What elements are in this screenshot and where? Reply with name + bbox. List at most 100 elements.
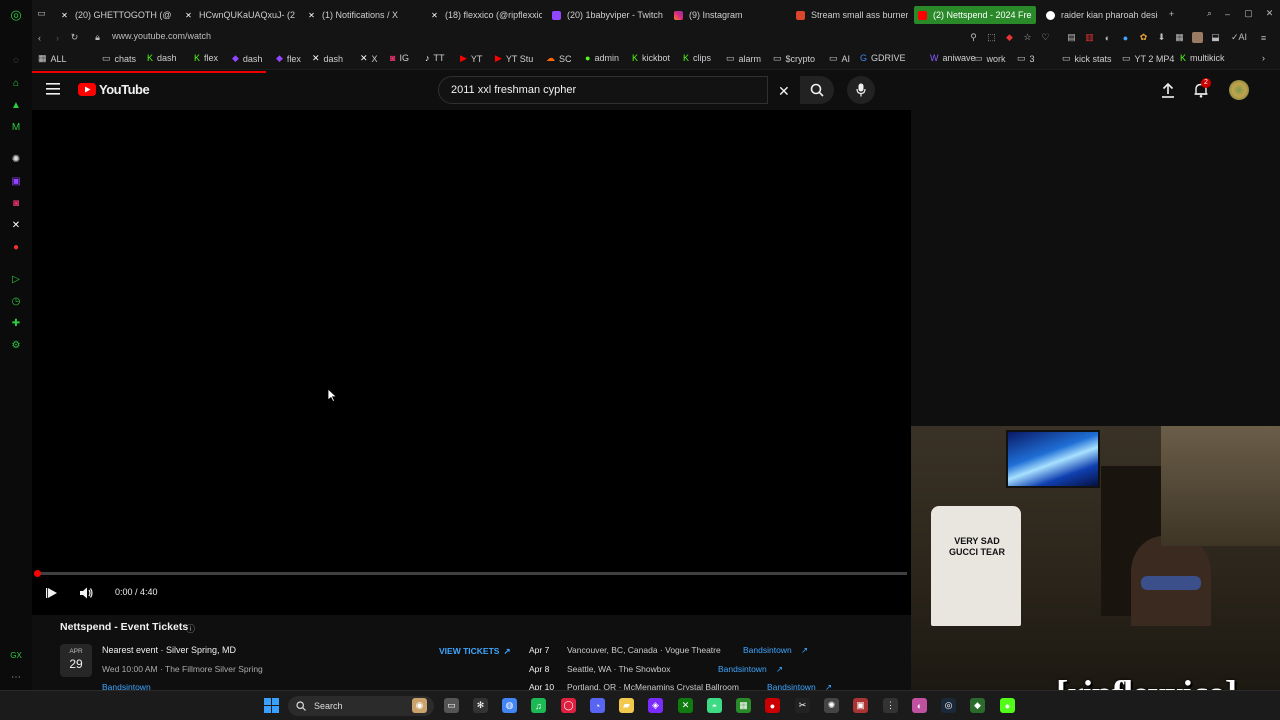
bookmark-kickbot[interactable]: Kkickbot bbox=[632, 53, 670, 63]
extension-1-icon[interactable]: ▤ bbox=[1066, 32, 1077, 43]
bookmark-yt[interactable]: ▶ YT bbox=[460, 53, 482, 64]
file-explorer-icon[interactable]: ▰ bbox=[619, 698, 634, 713]
clear-search-icon[interactable]: ✕ bbox=[778, 83, 790, 100]
music-sidebar-icon[interactable]: ● bbox=[9, 240, 23, 254]
notifications-button[interactable]: 2 bbox=[1193, 78, 1211, 98]
play-button[interactable] bbox=[46, 587, 58, 599]
tab-menu-icon[interactable]: ▭ bbox=[36, 8, 47, 19]
back-icon[interactable]: ◌ bbox=[9, 53, 23, 67]
tab-4[interactable]: ✕ (18) flexxico (@ripflexxic bbox=[430, 6, 542, 24]
nearest-event-source-link[interactable]: Bandsintown bbox=[102, 682, 151, 690]
search-tabs-icon[interactable]: ⌕ bbox=[1204, 8, 1215, 19]
bookmark-all[interactable]: ▦ ALL bbox=[38, 53, 67, 64]
event-source-link[interactable]: Bandsintown bbox=[718, 664, 767, 674]
restore-icon[interactable]: ▢ bbox=[1243, 8, 1254, 19]
bookmark-sc[interactable]: ☁ SC bbox=[546, 53, 572, 64]
view-tickets-button[interactable]: VIEW TICKETS ↗ bbox=[439, 646, 511, 657]
player-sidebar-icon[interactable]: ▷ bbox=[9, 272, 23, 286]
bookmark-3[interactable]: ▭ 3 bbox=[1017, 53, 1035, 64]
volume-button[interactable] bbox=[80, 587, 94, 599]
bookmark-dash[interactable]: Kdash bbox=[147, 53, 177, 63]
bookmark-clips[interactable]: Kclips bbox=[683, 53, 711, 63]
bookmark-admin[interactable]: ● admin bbox=[585, 53, 619, 63]
tab-9[interactable]: raider kian pharoah desig bbox=[1046, 6, 1158, 24]
task-view-icon[interactable]: ▭ bbox=[444, 698, 459, 713]
reload-icon[interactable]: ↻ bbox=[69, 32, 80, 43]
bookmark-x[interactable]: ✕ X bbox=[360, 53, 378, 64]
opera-gx-icon[interactable]: ◯ bbox=[561, 698, 576, 713]
opera-gx-logo-icon[interactable]: ◎ bbox=[9, 7, 23, 22]
back-icon[interactable]: ‹ bbox=[34, 32, 45, 43]
instagram-sidebar-icon[interactable]: ◙ bbox=[9, 196, 23, 210]
bookmarks-overflow-icon[interactable]: › bbox=[1262, 53, 1265, 63]
bookmarks-toolbar-icon[interactable]: ▦ bbox=[1174, 32, 1185, 43]
app-store-icon[interactable]: ▦ bbox=[736, 698, 751, 713]
bookmark-tt[interactable]: ♪ TT bbox=[425, 53, 445, 63]
more-sidebar-icon[interactable]: ⋯ bbox=[9, 670, 23, 684]
tab-7[interactable]: Stream small ass burner bbox=[796, 6, 908, 24]
upload-button[interactable] bbox=[1161, 82, 1175, 98]
chrome-icon[interactable]: ◍ bbox=[502, 698, 517, 713]
shield-icon[interactable]: ◆ bbox=[1004, 32, 1015, 43]
close-window-icon[interactable]: ✕ bbox=[1264, 8, 1275, 19]
tab-6[interactable]: (9) Instagram bbox=[674, 6, 786, 24]
ai-icon[interactable]: ✓AI bbox=[1228, 32, 1250, 43]
bookmark-work[interactable]: ▭ work bbox=[974, 53, 1006, 64]
gx-control-icon[interactable]: ⌂ bbox=[9, 76, 23, 90]
video-scrubber-handle[interactable] bbox=[34, 570, 41, 577]
tab-1[interactable]: ✕ (20) GHETTOGOTH (@D bbox=[60, 6, 172, 24]
windows-start-icon[interactable] bbox=[264, 698, 279, 713]
bookmark-gdrive[interactable]: G GDRIVE bbox=[860, 53, 906, 63]
video-player[interactable]: 0:00 / 4:40 bbox=[32, 110, 911, 615]
menu-icon[interactable]: ≡ bbox=[1258, 32, 1269, 43]
bookmark-ig[interactable]: ◙ IG bbox=[390, 53, 409, 63]
profile-avatar[interactable] bbox=[1192, 32, 1203, 43]
gx-corner-icon[interactable]: ▲ bbox=[9, 98, 23, 112]
bookmark-dash[interactable]: ◆ dash bbox=[232, 53, 262, 64]
steam-notify-icon[interactable]: ✻ bbox=[473, 698, 488, 713]
bookmark-flex[interactable]: Kflex bbox=[194, 53, 218, 63]
event-source-link[interactable]: Bandsintown bbox=[743, 645, 792, 655]
bookmark-kick-stats[interactable]: ▭ kick stats bbox=[1062, 53, 1112, 64]
tab-3[interactable]: ✕ (1) Notifications / X bbox=[307, 6, 419, 24]
snapshot-icon[interactable]: ⬚ bbox=[986, 32, 997, 43]
new-tab-icon[interactable]: + bbox=[1166, 8, 1177, 19]
bookmark-multikick[interactable]: Kmultikick bbox=[1180, 53, 1225, 63]
recorder-icon[interactable]: ● bbox=[765, 698, 780, 713]
snip-tool-icon[interactable]: ▣ bbox=[853, 698, 868, 713]
twitch-sidebar-icon[interactable]: ▣ bbox=[9, 174, 23, 188]
search-input[interactable]: 2011 xxl freshman cypher bbox=[438, 76, 768, 104]
wallet-icon[interactable]: ⬓ bbox=[1210, 32, 1221, 43]
event-source-link[interactable]: Bandsintown bbox=[767, 682, 816, 690]
app-2-icon[interactable]: ◆ bbox=[970, 698, 985, 713]
capcut-icon[interactable]: ✂ bbox=[795, 698, 810, 713]
bookmark-ai[interactable]: ▭ AI bbox=[829, 53, 850, 64]
settings-sidebar-icon[interactable]: ⚙ bbox=[9, 338, 23, 352]
bookmark-yt-2-mp4[interactable]: ▭ YT 2 MP4 bbox=[1122, 53, 1174, 64]
extension-2-icon[interactable]: ▥ bbox=[1084, 32, 1095, 43]
pin-icon[interactable]: ⚲ bbox=[968, 32, 979, 43]
bookmark--crypto[interactable]: ▭ $crypto bbox=[773, 53, 815, 64]
paint-icon[interactable]: ◐ bbox=[912, 698, 927, 713]
bookmark-flex[interactable]: ◆ flex bbox=[276, 53, 301, 64]
video-progress-bar[interactable] bbox=[37, 572, 907, 575]
hamburger-menu-icon[interactable] bbox=[46, 82, 62, 96]
tab-2[interactable]: ✕ HCwnQUKaUAQxuJ- (2 bbox=[184, 6, 296, 24]
gx-green-icon[interactable]: ● bbox=[1000, 698, 1015, 713]
forward-icon[interactable]: › bbox=[52, 32, 63, 43]
apps-grid-icon[interactable]: ⋮ bbox=[883, 698, 898, 713]
xbox-icon[interactable]: ✕ bbox=[678, 698, 693, 713]
weather-widget-icon[interactable]: ◉ bbox=[412, 698, 427, 713]
voice-search-button[interactable] bbox=[847, 76, 875, 104]
heart-icon[interactable]: ♡ bbox=[1040, 32, 1051, 43]
extension-5-icon[interactable]: ✿ bbox=[1138, 32, 1149, 43]
youtube-logo[interactable]: YouTube bbox=[78, 82, 150, 97]
extensions-sidebar-icon[interactable]: ✚ bbox=[9, 316, 23, 330]
bookmark-dash[interactable]: ✕ dash bbox=[312, 53, 343, 64]
bookmark-star-icon[interactable]: ☆ bbox=[1022, 32, 1033, 43]
tab-8-active[interactable]: (2) Nettspend - 2024 Fre bbox=[914, 6, 1036, 24]
gx-bottom-icon[interactable]: GX bbox=[9, 648, 23, 662]
x-sidebar-icon[interactable]: ✕ bbox=[9, 218, 23, 232]
search-button[interactable] bbox=[800, 76, 834, 104]
extension-3-icon[interactable]: ◐ bbox=[1102, 32, 1113, 43]
